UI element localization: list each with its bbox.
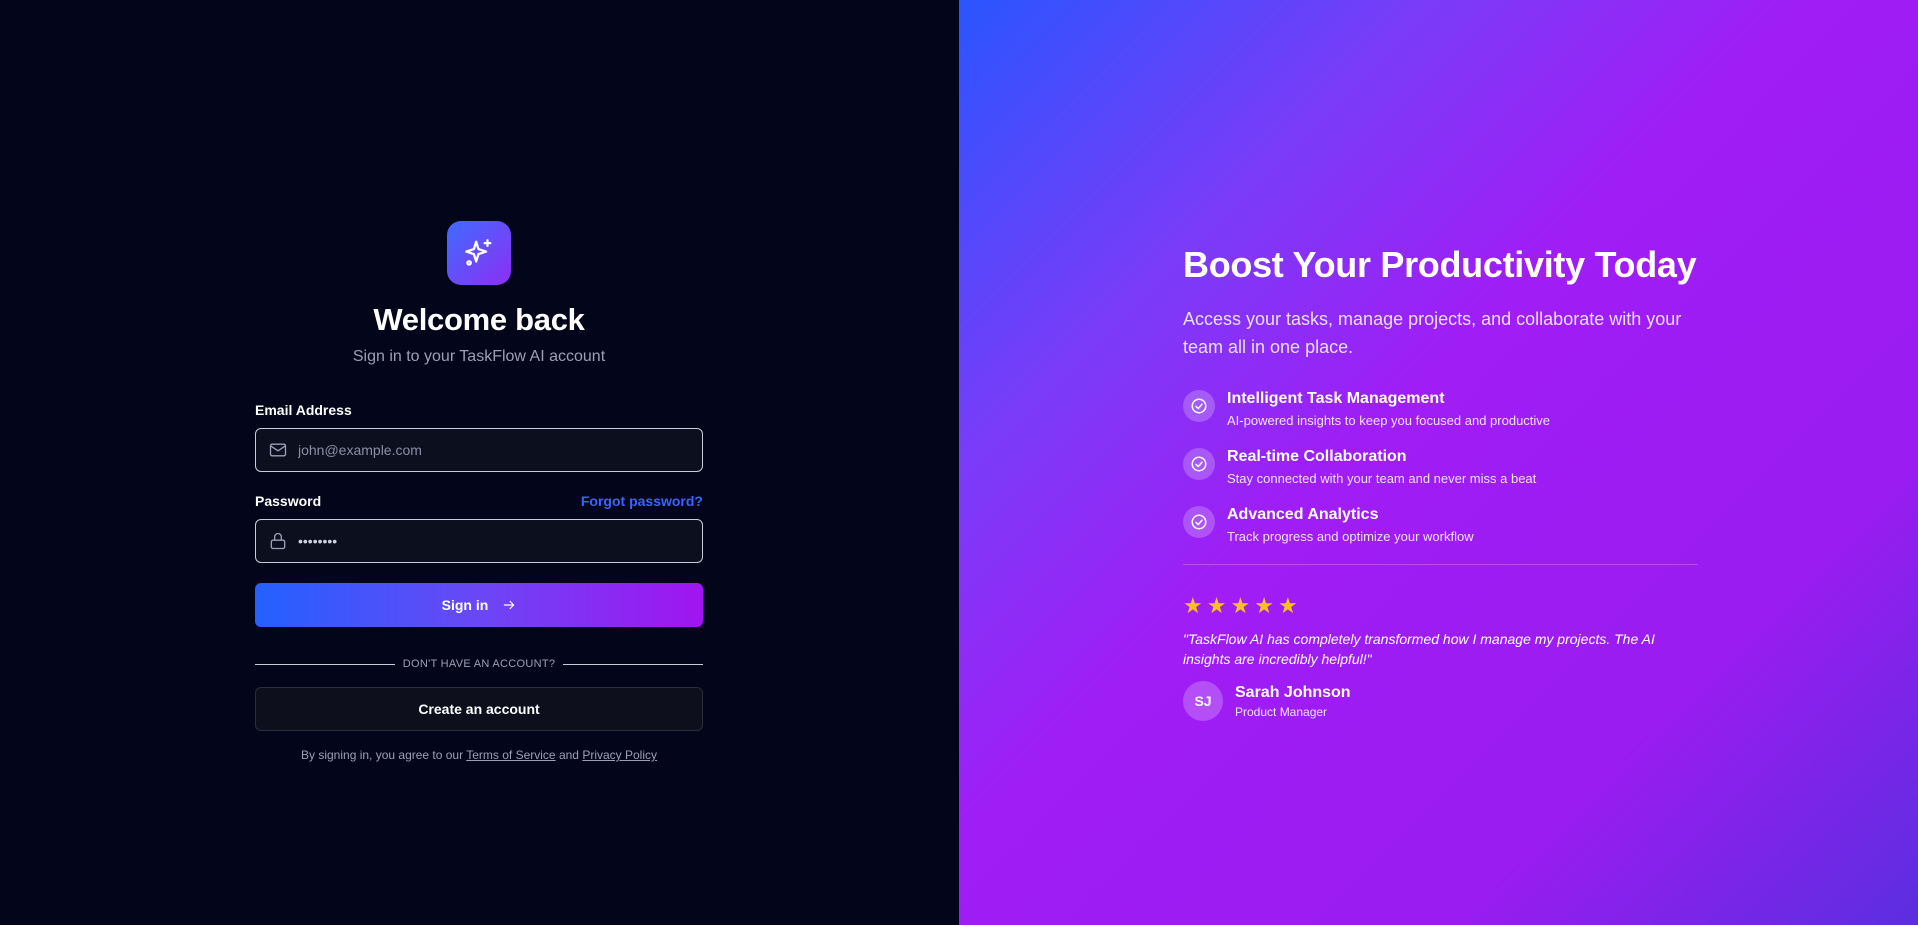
divider-line-left (255, 663, 395, 665)
promo-title: Boost Your Productivity Today (1183, 244, 1697, 285)
promo-panel: Boost Your Productivity Today Access you… (959, 0, 1918, 925)
divider: DON'T HAVE AN ACCOUNT? (255, 658, 704, 670)
terms-text: By signing in, you agree to our Terms of… (255, 748, 703, 762)
arrow-right-icon (504, 600, 515, 610)
avatar: SJ (1183, 681, 1223, 721)
divider-line-right (563, 663, 704, 665)
terms-of-service-link[interactable]: Terms of Service (466, 748, 555, 762)
page-title: Welcome back (373, 302, 585, 337)
star-icon: ★ (1277, 593, 1298, 618)
feature-list: Intelligent Task Management AI-powered i… (1183, 390, 1698, 544)
promo-content: Boost Your Productivity Today Access you… (1183, 244, 1698, 721)
password-label-row: Password Forgot password? (255, 493, 703, 509)
sign-in-label: Sign in (441, 597, 489, 613)
sparkles-icon (465, 239, 492, 266)
feature-item: Real-time Collaboration Stay connected w… (1183, 448, 1698, 486)
star-rating: ★ ★ ★ ★ ★ (1183, 595, 1698, 617)
feature-description: Stay connected with your team and never … (1227, 471, 1537, 486)
password-field[interactable] (255, 519, 703, 563)
feature-title: Real-time Collaboration (1227, 448, 1407, 465)
password-field-group: Password Forgot password? (255, 493, 703, 563)
reviewer-role: Product Manager (1235, 704, 1328, 719)
email-field-group: Email Address (255, 402, 703, 472)
email-field[interactable] (255, 428, 703, 472)
create-account-button[interactable]: Create an account (255, 687, 703, 731)
star-icon: ★ (1183, 593, 1203, 618)
terms-and: and (558, 748, 579, 762)
mail-icon (269, 443, 287, 457)
email-label: Email Address (255, 402, 352, 418)
feature-title: Advanced Analytics (1227, 506, 1379, 523)
sign-in-button[interactable]: Sign in (255, 583, 703, 627)
feature-item: Intelligent Task Management AI-powered i… (1183, 390, 1698, 428)
check-circle-icon (1183, 448, 1215, 480)
promo-subtitle: Access your tasks, manage projects, and … (1183, 309, 1682, 357)
login-form: Welcome back Sign in to your TaskFlow AI… (255, 221, 704, 762)
star-icon: ★ (1230, 593, 1251, 618)
reviewer-name: Sarah Johnson (1235, 683, 1351, 701)
page-subtitle: Sign in to your TaskFlow AI account (352, 348, 606, 365)
lock-icon (270, 532, 286, 550)
feature-description: AI-powered insights to keep you focused … (1227, 413, 1551, 428)
check-circle-icon (1183, 390, 1215, 422)
privacy-policy-link[interactable]: Privacy Policy (582, 748, 657, 762)
feature-description: Track progress and optimize your workflo… (1227, 529, 1474, 544)
login-panel: Welcome back Sign in to your TaskFlow AI… (0, 0, 959, 925)
section-divider (1183, 564, 1698, 565)
password-label: Password (255, 493, 322, 509)
terms-prefix: By signing in, you agree to our (301, 748, 464, 762)
password-input[interactable] (298, 533, 678, 549)
star-icon: ★ (1254, 593, 1274, 618)
forgot-password-link[interactable]: Forgot password? (581, 493, 703, 509)
feature-title: Intelligent Task Management (1227, 390, 1445, 407)
email-input[interactable] (298, 442, 678, 458)
divider-text: DON'T HAVE AN ACCOUNT? (402, 658, 556, 670)
feature-item: Advanced Analytics Track progress and op… (1183, 506, 1698, 544)
check-circle-icon (1183, 506, 1215, 538)
app-logo (447, 221, 511, 285)
testimonial-quote: "TaskFlow AI has completely transformed … (1183, 631, 1655, 667)
star-icon: ★ (1206, 593, 1227, 618)
reviewer: SJ Sarah Johnson Product Manager (1183, 681, 1698, 721)
